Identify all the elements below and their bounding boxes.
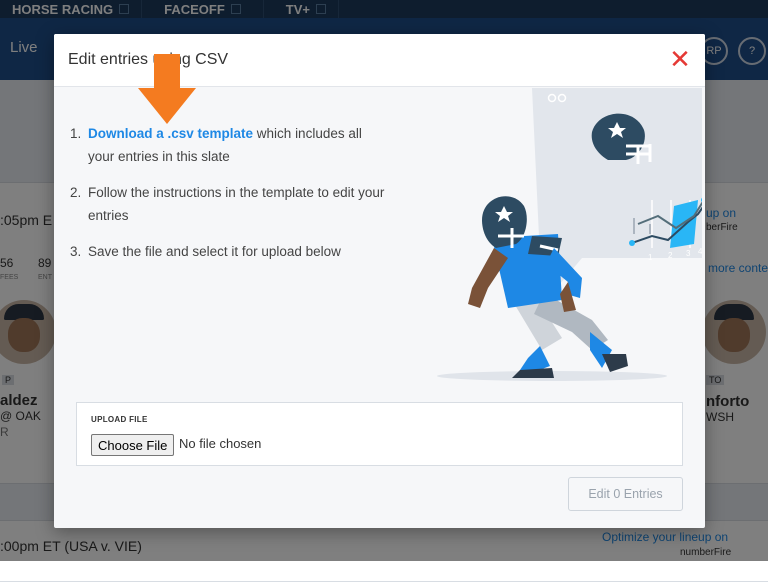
download-template-link[interactable]: Download a .csv template [88,126,253,141]
chart-tick-label: 3 [686,249,691,258]
chart-tick-label: 4 [698,247,702,256]
close-icon[interactable]: ✕ [669,46,691,72]
football-player-illustration: 1 2 3 4 [437,88,702,381]
step-text: Follow the instructions in the template … [88,185,385,223]
chart-tick-label: 1 [648,253,653,262]
step-number: 3. [70,244,82,259]
step-2: 2. Follow the instructions in the templa… [70,181,390,227]
edit-entries-button[interactable]: Edit 0 Entries [568,477,683,511]
step-text: Save the file and select it for upload b… [88,244,341,259]
down-arrow-icon [138,54,196,124]
file-status-text: No file chosen [179,436,262,451]
step-number: 2. [70,185,82,200]
step-number: 1. [70,126,82,141]
chart-tick-label: 2 [668,251,673,260]
step-3: 3. Save the file and select it for uploa… [70,240,390,263]
upload-file-label: UPLOAD FILE [91,415,148,424]
upload-file-panel: UPLOAD FILE Choose File No file chosen [76,402,683,466]
choose-file-button[interactable]: Choose File [91,434,175,456]
step-1: 1. Download a .csv template which includ… [70,122,390,168]
instructions-list: 1. Download a .csv template which includ… [70,122,390,276]
